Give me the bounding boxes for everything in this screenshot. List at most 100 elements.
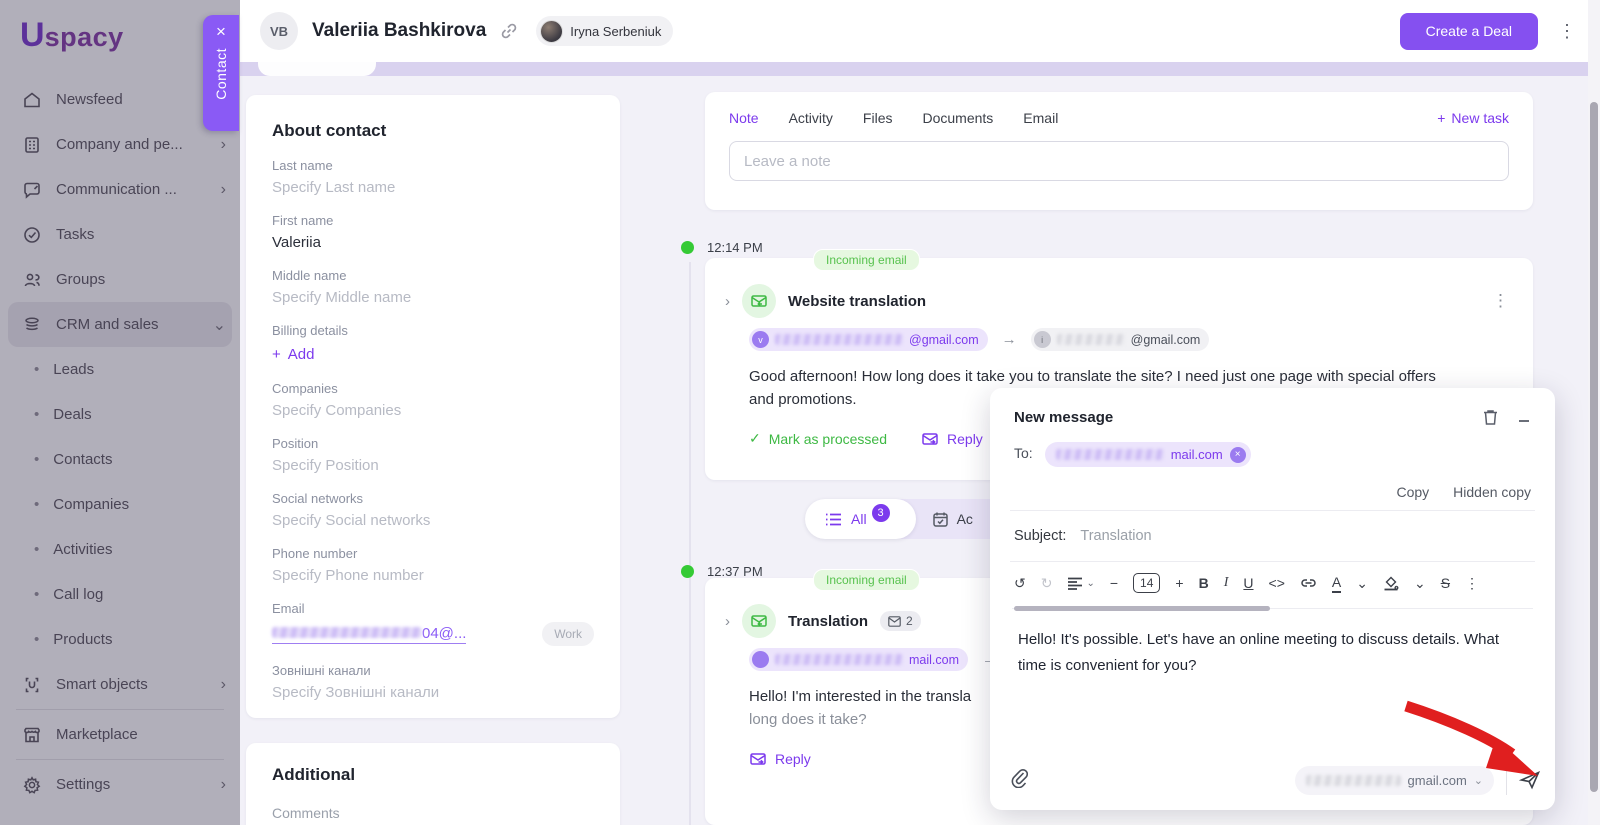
bold-icon[interactable]: B — [1199, 575, 1209, 591]
tab-documents[interactable]: Documents — [922, 110, 993, 126]
new-task-button[interactable]: + New task — [1437, 110, 1509, 126]
create-deal-button[interactable]: Create a Deal — [1400, 13, 1538, 50]
note-card: Note Activity Files Documents Email + Ne… — [705, 92, 1533, 210]
responsible-person-chip[interactable]: Iryna Serbeniuk — [536, 16, 673, 46]
check-icon: ✓ — [749, 430, 761, 447]
font-larger-icon[interactable]: + — [1175, 575, 1183, 591]
reply-envelope-icon — [921, 430, 939, 448]
sidebar-item-activities[interactable]: •Activities — [0, 527, 240, 572]
sidebar-item-call-log[interactable]: •Call log — [0, 572, 240, 617]
last-name-value[interactable]: Specify Last name — [272, 179, 594, 196]
send-button[interactable] — [1519, 769, 1541, 791]
tab-activity[interactable]: Activity — [789, 110, 833, 126]
sidebar-item-companies[interactable]: •Companies — [0, 482, 240, 527]
underline-icon[interactable]: U — [1243, 575, 1253, 591]
text-color-icon[interactable]: A — [1332, 574, 1341, 593]
link-icon[interactable] — [500, 22, 518, 40]
trash-icon[interactable] — [1482, 408, 1499, 426]
align-icon[interactable]: ⌄ — [1067, 577, 1094, 590]
sidebar-item-settings[interactable]: Settings › — [0, 762, 240, 807]
close-icon[interactable]: × — [216, 23, 226, 40]
field-first-name: First name Valeriia — [272, 213, 594, 251]
remove-recipient-icon[interactable]: × — [1230, 447, 1246, 463]
contact-email-link[interactable]: 04@... — [272, 625, 466, 644]
to-recipient-chip[interactable]: mail.com × — [1045, 442, 1251, 467]
font-size-value[interactable]: 14 — [1133, 573, 1160, 593]
sidebar-item-tasks[interactable]: Tasks — [0, 212, 240, 257]
sidebar-item-groups[interactable]: Groups — [0, 257, 240, 302]
hidden-copy-link[interactable]: Hidden copy — [1453, 484, 1531, 500]
sidebar-item-marketplace[interactable]: Marketplace — [0, 712, 240, 757]
chevron-down-icon[interactable]: ⌄ — [1356, 575, 1368, 592]
undo-icon[interactable]: ↺ — [1014, 575, 1026, 592]
add-billing-button[interactable]: + Add — [272, 346, 314, 363]
chevron-right-icon: › — [221, 676, 226, 694]
chevron-down-icon[interactable]: ⌄ — [1414, 575, 1426, 592]
to-label: To: — [1014, 445, 1033, 510]
note-input[interactable] — [729, 141, 1509, 181]
toolbar-scrollbar[interactable] — [1012, 606, 1533, 611]
reply-button[interactable]: Reply — [749, 750, 811, 768]
redacted-email — [1306, 775, 1401, 786]
redo-icon[interactable]: ↻ — [1041, 575, 1053, 592]
field-last-name: Last name Specify Last name — [272, 158, 594, 196]
mark-processed-button[interactable]: ✓ Mark as processed — [749, 430, 887, 447]
font-smaller-icon[interactable]: − — [1110, 575, 1118, 591]
sender-avatar: v — [752, 331, 769, 348]
external-channels-value[interactable]: Specify Зовнішні канали — [272, 684, 594, 701]
tab-strip — [240, 62, 1600, 76]
sidebar-item-contacts[interactable]: •Contacts — [0, 437, 240, 482]
minimize-icon[interactable] — [1517, 410, 1531, 424]
field-external-channels: Зовнішні канали Specify Зовнішні канали — [272, 663, 594, 701]
italic-icon[interactable]: I — [1224, 575, 1229, 591]
scrollbar-thumb[interactable] — [1590, 102, 1598, 792]
sidebar-item-company[interactable]: Company and pe... › — [0, 122, 240, 167]
recipient-email-chip[interactable]: i @gmail.com — [1031, 328, 1210, 351]
timeline-time-1: 12:14 PM — [707, 240, 763, 255]
expand-chevron-icon[interactable]: › — [725, 293, 730, 310]
social-networks-value[interactable]: Specify Social networks — [272, 512, 594, 529]
sender-email-chip[interactable]: v @gmail.com — [749, 328, 988, 351]
position-value[interactable]: Specify Position — [272, 457, 594, 474]
reply-button[interactable]: Reply — [921, 430, 983, 448]
about-title: About contact — [272, 121, 594, 141]
link-icon[interactable] — [1300, 577, 1317, 589]
companies-value[interactable]: Specify Companies — [272, 402, 594, 419]
strikethrough-icon[interactable]: S — [1441, 575, 1450, 591]
copy-link[interactable]: Copy — [1396, 484, 1429, 500]
phone-value[interactable]: Specify Phone number — [272, 567, 594, 584]
sidebar-item-products[interactable]: •Products — [0, 617, 240, 662]
formatting-toolbar: ↺ ↻ ⌄ − 14 + B I U <> A ⌄ ⌄ S ⋮ — [1014, 562, 1531, 604]
tab-files[interactable]: Files — [863, 110, 893, 126]
toolbar-more-icon[interactable]: ⋮ — [1465, 575, 1479, 592]
sidebar-item-communication[interactable]: Communication ... › — [0, 167, 240, 212]
timeline-dot — [681, 241, 694, 254]
sidebar-item-leads[interactable]: •Leads — [0, 347, 240, 392]
tab-note[interactable]: Note — [729, 110, 759, 126]
highlight-icon[interactable] — [1383, 576, 1399, 591]
contact-tab-label: Contact — [213, 48, 229, 100]
contact-slideover-tab[interactable]: × Contact — [203, 15, 239, 131]
sidebar-divider — [16, 709, 224, 710]
code-icon[interactable]: <> — [1269, 575, 1285, 591]
sidebar-item-crm[interactable]: CRM and sales ⌄ — [8, 302, 232, 347]
sender-email-chip[interactable]: mail.com — [749, 648, 968, 671]
sidebar-item-smart-objects[interactable]: Smart objects › — [0, 662, 240, 707]
new-message-window: New message To: mail.com × Copy Hidden c… — [990, 388, 1555, 810]
filter-activity-chip[interactable]: Ac — [916, 511, 973, 528]
divider — [1506, 765, 1507, 795]
more-options-icon[interactable]: ⋮ — [1492, 291, 1509, 311]
subject-row[interactable]: Subject: Translation — [1014, 511, 1531, 561]
filter-all-chip[interactable]: All 3 — [805, 499, 916, 539]
expand-chevron-icon[interactable]: › — [725, 613, 730, 630]
middle-name-value[interactable]: Specify Middle name — [272, 289, 594, 306]
tab-email[interactable]: Email — [1023, 110, 1058, 126]
page-scrollbar[interactable] — [1588, 0, 1600, 825]
attachment-icon[interactable] — [1010, 768, 1028, 793]
more-options-icon[interactable]: ⋮ — [1554, 17, 1580, 46]
from-account-dropdown[interactable]: gmail.com ⌄ — [1295, 766, 1494, 795]
first-name-value[interactable]: Valeriia — [272, 234, 594, 251]
message-body[interactable]: Hello! It's possible. Let's have an onli… — [1014, 611, 1531, 680]
sidebar-item-deals[interactable]: •Deals — [0, 392, 240, 437]
recipient-avatar: i — [1034, 331, 1051, 348]
